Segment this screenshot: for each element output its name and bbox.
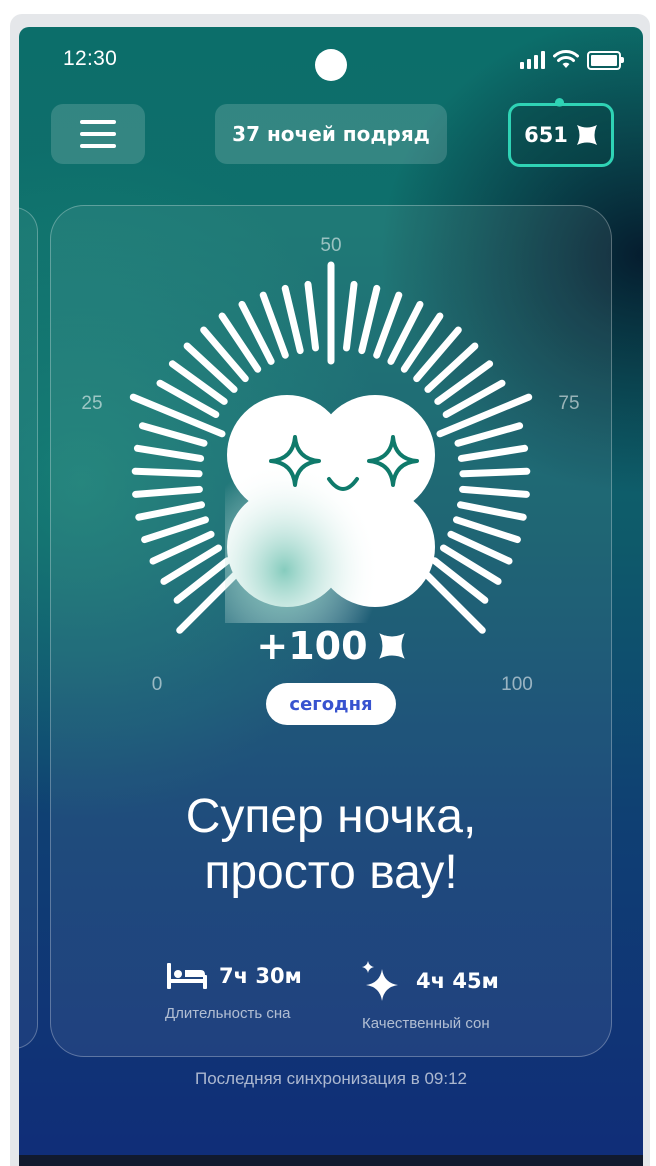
sleep-duration-value: 7ч 30м [219,964,302,988]
bed-icon [167,963,207,989]
gauge-tick [457,444,529,462]
gauge-tick [454,422,524,447]
cloud-mascot-icon [225,383,437,623]
gauge-label-50: 50 [320,235,341,256]
gauge-tick [358,284,381,355]
gauge-tick [281,284,304,355]
headline: Супер ночка, просто вау! [79,789,583,901]
gauge-tick [343,280,358,352]
gauge-tick [131,467,203,478]
quality-sleep-stat: 4ч 45м Качественный сон [362,961,499,1041]
gauge-label-25: 25 [81,393,102,414]
quality-sleep-label: Качественный сон [362,1015,490,1032]
headline-line-1: Супер ночка, [185,790,477,843]
gauge-tick [453,516,521,544]
gauge-tick [141,516,209,544]
bottom-bar [19,1155,643,1166]
sleep-duration-label: Длительность сна [165,1005,291,1022]
gauge-tick [132,485,203,498]
gauge-label-0: 0 [152,674,163,695]
reward-amount: +100 [219,621,443,671]
gauge-tick [133,444,205,462]
quality-sleep-value: 4ч 45м [416,969,499,993]
reward-amount-value: +100 [256,624,368,668]
gauge-label-100: 100 [501,674,533,695]
last-sync-text: Последняя синхронизация в 09:12 [195,1069,467,1088]
headline-line-2: просто вау! [204,846,458,899]
period-badge[interactable]: сегодня [266,683,396,725]
gauge-tick [457,501,527,521]
period-badge-label: сегодня [289,693,373,715]
gauge-tick [138,422,208,447]
gauge-tick [459,485,530,498]
sparkle-icon [362,961,398,1001]
gauge-tick [304,280,319,352]
sleep-duration-stat: 7ч 30м Длительность сна [165,961,302,1041]
gauge-tick [459,467,531,478]
gauge-label-75: 75 [558,393,579,414]
coin-icon [378,633,405,659]
gauge-tick [135,501,205,521]
app-screen: 12:30 37 ночей подряд 651 0 25 50 75 100… [19,27,643,1166]
